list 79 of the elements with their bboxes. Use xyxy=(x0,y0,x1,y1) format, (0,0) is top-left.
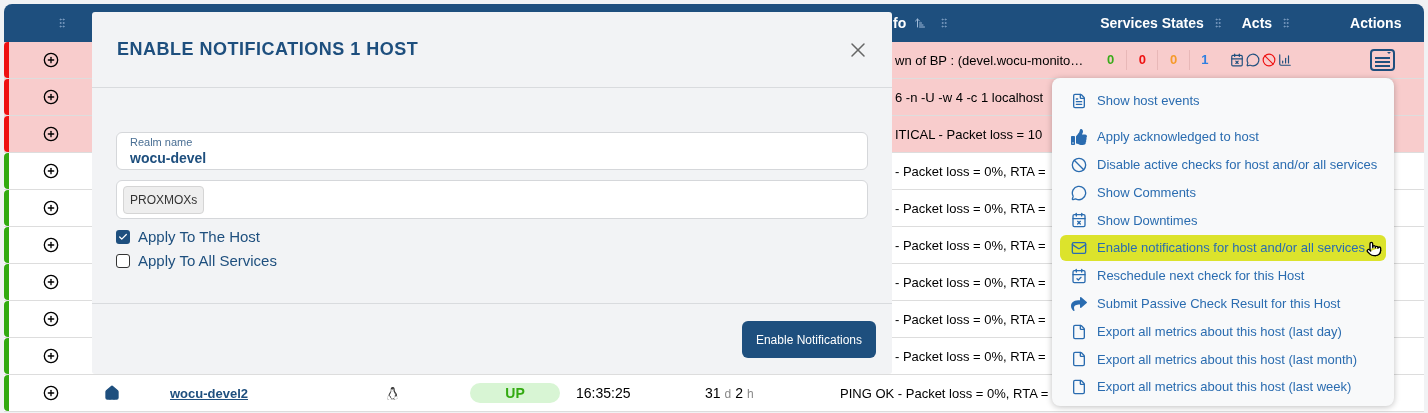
host-link[interactable]: wocu-devel2 xyxy=(170,386,249,401)
expand-icon[interactable] xyxy=(42,311,59,327)
state-count: 0 xyxy=(1170,51,1178,70)
last-check-time: 16:35:25 xyxy=(576,385,631,401)
menu-item[interactable]: Export all metrics about this host (last day) xyxy=(1060,318,1386,345)
info-text: ITICAL - Packet loss = 10 xyxy=(895,127,1043,142)
info-text: - Packet loss = 0%, RTA = xyxy=(895,275,1046,290)
column-header[interactable]: fo xyxy=(893,12,907,34)
mail-icon xyxy=(1071,240,1087,257)
menu-item[interactable]: Show host events xyxy=(1060,88,1386,114)
thumbs-up-icon xyxy=(1071,129,1087,145)
document-icon xyxy=(1071,93,1087,109)
info-text: wn of BP : (devel.wocu-monito… xyxy=(895,53,1084,68)
info-text: PING OK - Packet loss = 0%, RTA = xyxy=(840,386,1049,401)
checkbox-label: Apply To The Host xyxy=(138,226,260,247)
share-arrow-icon xyxy=(1071,295,1087,312)
menu-item[interactable]: Show Comments xyxy=(1060,179,1386,206)
info-text: 6 -n -U -w 4 -c 1 localhost xyxy=(895,90,1044,105)
comment-icon xyxy=(1071,184,1087,201)
checkbox[interactable] xyxy=(116,254,130,268)
menu-item[interactable]: Enable notifications for host and/or all services xyxy=(1060,235,1386,262)
info-text: - Packet loss = 0%, RTA = xyxy=(895,201,1046,216)
expand-icon[interactable] xyxy=(42,89,59,105)
info-text: - Packet loss = 0%, RTA = xyxy=(895,164,1046,179)
duration-text: d xyxy=(724,385,732,403)
column-header[interactable]: Services States xyxy=(1100,12,1204,34)
sort-icon[interactable] xyxy=(914,17,927,29)
calendar-x-icon xyxy=(1071,212,1087,229)
menu-item[interactable]: Apply acknowledged to host xyxy=(1060,124,1386,150)
state-count: 0 xyxy=(1107,51,1115,70)
expand-icon[interactable] xyxy=(42,126,59,142)
menu-item[interactable]: Show Downtimes xyxy=(1060,207,1386,234)
calendar-x-icon[interactable] xyxy=(1230,53,1244,67)
comment-icon[interactable] xyxy=(1246,53,1260,67)
menu-item[interactable]: Submit Passive Check Result for this Host xyxy=(1060,290,1386,317)
tag-chip[interactable]: PROXMOXs xyxy=(123,185,205,214)
expand-icon[interactable] xyxy=(42,237,59,253)
drag-handle-icon[interactable] xyxy=(56,17,68,29)
info-text: - Packet loss = 0%, RTA = xyxy=(895,312,1046,327)
enable-notifications-button[interactable]: Enable Notifications xyxy=(741,321,876,358)
duration-text: h xyxy=(747,385,754,403)
duration-text: 2 xyxy=(735,383,744,403)
info-text: - Packet loss = 0%, RTA = xyxy=(895,238,1046,253)
state-count: 1 xyxy=(1201,51,1209,70)
expand-icon[interactable] xyxy=(42,52,59,68)
expand-icon[interactable] xyxy=(42,200,59,216)
chart-icon[interactable] xyxy=(1278,53,1292,67)
expand-icon[interactable] xyxy=(42,274,59,290)
file-icon xyxy=(1071,351,1087,368)
ban-icon[interactable] xyxy=(1262,53,1276,67)
ban-icon xyxy=(1071,156,1087,173)
menu-item[interactable]: Export all metrics about this host (last month) xyxy=(1060,346,1386,373)
file-icon xyxy=(1071,323,1087,340)
state-pill: UP xyxy=(470,383,560,403)
state-count: 0 xyxy=(1138,51,1146,70)
column-header[interactable]: Actions xyxy=(1350,12,1402,34)
checkbox[interactable] xyxy=(116,230,130,244)
calendar-check-icon xyxy=(1071,268,1087,284)
info-text: - Packet loss = 0%, RTA = xyxy=(895,349,1046,364)
column-header[interactable]: Acts xyxy=(1241,12,1273,34)
cursor-icon xyxy=(1366,241,1382,258)
modal-title: ENABLE NOTIFICATIONS 1 HOST xyxy=(117,38,419,61)
actions-menu-icon[interactable] xyxy=(1369,49,1395,71)
file-icon xyxy=(1071,379,1087,396)
penguin-icon xyxy=(386,386,399,400)
checkmark-icon xyxy=(118,232,128,242)
field-label: Realm name xyxy=(130,136,194,149)
menu-item[interactable]: Reschedule next check for this Host xyxy=(1060,263,1386,289)
menu-item[interactable]: Export all metrics about this host (last week) xyxy=(1060,374,1386,401)
expand-icon[interactable] xyxy=(42,163,59,179)
tag-field[interactable]: PROXMOXs xyxy=(116,180,868,219)
menu-item[interactable]: Disable active checks for host and/or all services xyxy=(1060,151,1386,178)
expand-icon[interactable] xyxy=(42,348,59,364)
checkbox-label: Apply To All Services xyxy=(138,250,277,271)
home-icon xyxy=(104,385,120,401)
field-value: wocu-devel xyxy=(130,149,208,168)
duration-text: 31 xyxy=(705,383,721,403)
expand-icon[interactable] xyxy=(42,385,59,401)
realm-name-field[interactable]: Realm name wocu-devel xyxy=(116,132,868,170)
